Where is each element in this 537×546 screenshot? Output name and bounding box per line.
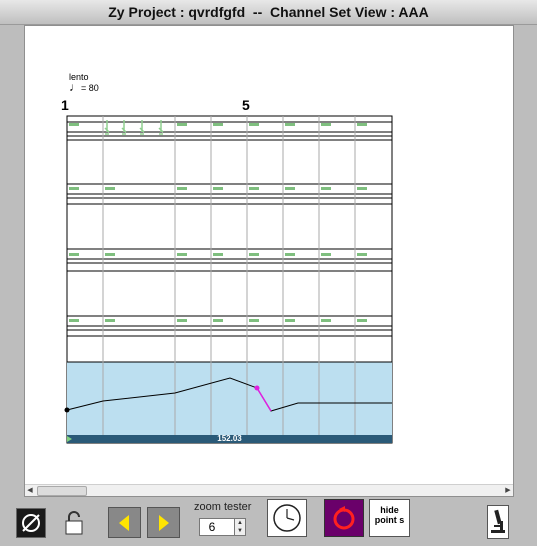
- previous-button[interactable]: [108, 507, 141, 538]
- scroll-right-icon[interactable]: ▶: [503, 485, 513, 496]
- left-arrow-icon: [119, 515, 129, 531]
- staff-1: [67, 121, 392, 141]
- score-canvas[interactable]: lento ♩= 80 1 5 152.03: [25, 26, 513, 484]
- right-arrow-icon: [159, 515, 169, 531]
- staff-4: [67, 315, 392, 337]
- record-icon: [333, 506, 355, 530]
- window-title: Zy Project : qvrdfgfd -- Channel Set Vie…: [0, 0, 537, 25]
- zoom-stepper[interactable]: ▲ ▼: [234, 518, 246, 536]
- zoom-input[interactable]: 6: [199, 518, 235, 536]
- score-grid: [64, 115, 393, 444]
- clock-icon: [273, 504, 301, 532]
- stepper-down-icon[interactable]: ▼: [235, 527, 245, 535]
- hide-points-button[interactable]: hide point s: [369, 499, 410, 537]
- microscope-icon: [491, 509, 505, 533]
- null-icon: [22, 514, 40, 532]
- staff-2: [67, 183, 392, 205]
- clock-button[interactable]: [267, 499, 307, 537]
- scroll-left-icon[interactable]: ◀: [25, 485, 35, 496]
- score-frame: lento ♩= 80 1 5 152.03 ◀ ▶: [24, 25, 514, 497]
- staff-3: [67, 248, 392, 272]
- automation-value-label: 152.03: [217, 434, 242, 443]
- null-button[interactable]: [16, 508, 46, 538]
- record-button[interactable]: [324, 499, 364, 537]
- horizontal-scrollbar[interactable]: ◀ ▶: [25, 484, 513, 496]
- lock-icon: [65, 511, 83, 535]
- next-button[interactable]: [147, 507, 180, 538]
- rests: [69, 123, 367, 322]
- scroll-thumb[interactable]: [37, 486, 87, 496]
- zoom-label: zoom tester: [194, 501, 252, 513]
- microscope-button[interactable]: [487, 505, 509, 539]
- automation-point-selected: [254, 385, 260, 391]
- automation-point-start: [64, 407, 70, 413]
- lock-button[interactable]: [59, 508, 89, 538]
- stepper-up-icon[interactable]: ▲: [235, 519, 245, 527]
